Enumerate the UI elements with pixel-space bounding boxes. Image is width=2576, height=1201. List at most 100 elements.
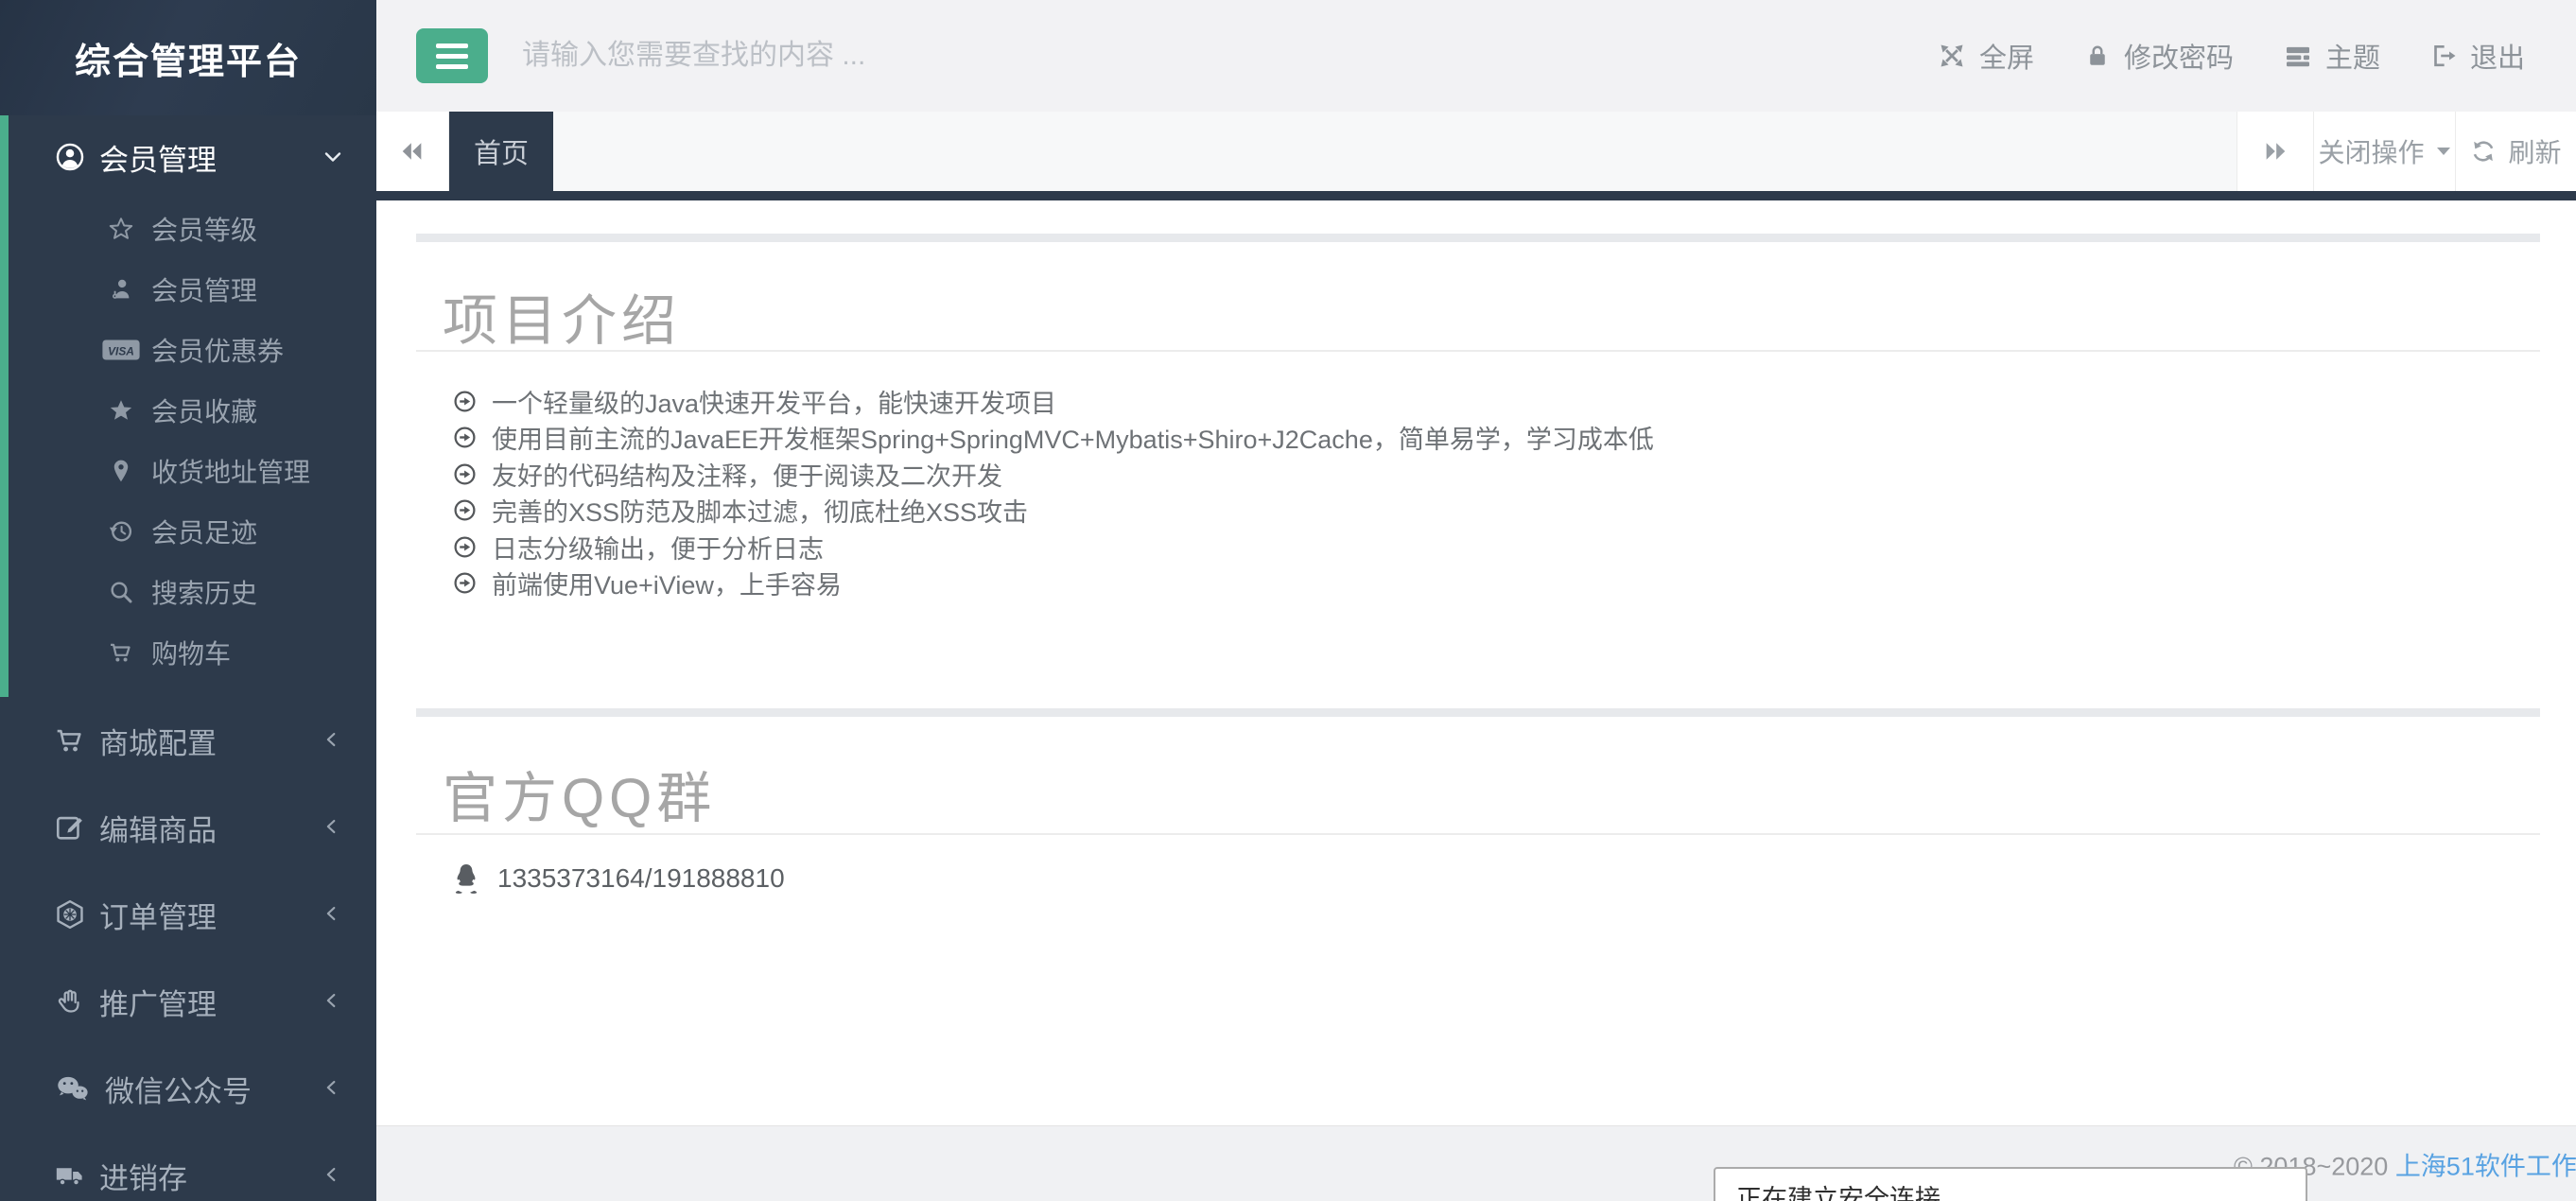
list-item-text: 前端使用Vue+iView，上手容易 (492, 571, 842, 600)
sidebar-item-label: 会员足迹 (151, 518, 258, 548)
list-item-text: 一个轻量级的Java快速开发平台，能快速开发项目 (492, 389, 1057, 418)
sidebar-item-member-manage[interactable]: 会员管理 (0, 259, 376, 320)
chevron-left-icon (322, 1077, 344, 1100)
double-chevron-right-icon (2262, 138, 2289, 165)
truck-icon (54, 1159, 86, 1192)
app-root: 综合管理平台 会员管理 会员等级 会员管理 VISA 会员优惠券 会员收藏 收货… (0, 0, 2576, 1201)
caret-down-icon (2436, 146, 2451, 157)
sidebar: 综合管理平台 会员管理 会员等级 会员管理 VISA 会员优惠券 会员收藏 收货… (0, 0, 376, 1201)
arrow-circle-right-icon (452, 425, 478, 450)
status-text: 正在建立安全连接... (1736, 1185, 1962, 1201)
sidebar-item-label: 订单管理 (99, 900, 217, 934)
arrow-circle-right-icon (452, 570, 478, 596)
list-item: 日志分级输出，便于分析日志 (452, 529, 1654, 566)
fullscreen-icon (1937, 41, 1967, 71)
chevron-left-icon (322, 816, 344, 839)
list-item-text: 友好的代码结构及注释，便于阅读及二次开发 (492, 461, 1002, 491)
studio-link[interactable]: 上海51软件工作室 (2395, 1152, 2576, 1180)
chevron-left-icon (322, 729, 344, 752)
edit-icon (54, 811, 86, 844)
refresh-tab-button[interactable]: 刷新 (2455, 112, 2576, 191)
star-solid-icon (100, 397, 142, 424)
sidebar-menu: 会员管理 会员等级 会员管理 VISA 会员优惠券 会员收藏 收货地址管理 会员… (0, 115, 376, 1201)
sidebar-item-inventory[interactable]: 进销存 (0, 1132, 376, 1201)
change-password-label: 修改密码 (2123, 44, 2234, 74)
topbar-actions: 全屏 修改密码 主题 退出 (1937, 36, 2525, 76)
sign-out-icon (2429, 42, 2458, 70)
tabs-scroll-right-button[interactable] (2237, 112, 2313, 191)
refresh-label: 刷新 (2508, 138, 2562, 167)
qq-penguin-icon (452, 862, 480, 895)
sidebar-item-member-level[interactable]: 会员等级 (0, 199, 376, 259)
double-chevron-left-icon (399, 138, 426, 165)
section-divider (416, 350, 2540, 352)
user-circle-icon (54, 141, 86, 173)
hamburger-menu-button[interactable] (416, 28, 488, 83)
change-password-button[interactable]: 修改密码 (2083, 36, 2234, 76)
sidebar-item-label: 商城配置 (99, 726, 217, 760)
sidebar-item-shipping-address[interactable]: 收货地址管理 (0, 441, 376, 501)
member-submenu: 会员等级 会员管理 VISA 会员优惠券 会员收藏 收货地址管理 会员足迹 搜索… (0, 199, 376, 697)
tabbar-bottom-strip (376, 191, 2576, 200)
sidebar-item-search-history[interactable]: 搜索历史 (0, 562, 376, 622)
qq-group-number: 1335373164/191888810 (497, 863, 785, 893)
topbar: 全屏 修改密码 主题 退出 (376, 0, 2576, 112)
sidebar-item-label: 编辑商品 (99, 813, 217, 847)
tabs-scroll-left-button[interactable] (376, 112, 449, 191)
lock-icon (2083, 42, 2112, 70)
sidebar-item-label: 收货地址管理 (151, 458, 311, 487)
wechat-icon (54, 1072, 92, 1105)
sidebar-item-promotion-management[interactable]: 推广管理 (0, 958, 376, 1045)
theme-label: 主题 (2324, 44, 2380, 74)
tabbar-actions: 关闭操作 刷新 (2237, 112, 2576, 191)
sidebar-item-wechat-official[interactable]: 微信公众号 (0, 1045, 376, 1132)
list-item: 使用目前主流的JavaEE开发框架Spring+SpringMVC+Mybati… (452, 420, 1654, 457)
sidebar-item-member-coupon[interactable]: VISA 会员优惠券 (0, 320, 376, 380)
hexagon-order-icon (54, 898, 86, 931)
sidebar-item-label: 进销存 (99, 1161, 187, 1195)
sidebar-item-shopping-cart[interactable]: 购物车 (0, 622, 376, 683)
sidebar-item-edit-goods[interactable]: 编辑商品 (0, 784, 376, 871)
search-icon (100, 579, 142, 605)
sidebar-item-label: 推广管理 (99, 987, 217, 1021)
theme-button[interactable]: 主题 (2283, 36, 2380, 76)
sidebar-item-member-favorites[interactable]: 会员收藏 (0, 380, 376, 441)
hand-paper-icon (54, 985, 86, 1018)
star-outline-icon (100, 216, 142, 242)
history-icon (100, 518, 142, 545)
sidebar-item-member-management[interactable]: 会员管理 (0, 115, 376, 199)
sidebar-item-label: 微信公众号 (105, 1074, 252, 1108)
sidebar-item-label: 会员管理 (151, 276, 258, 305)
sidebar-item-member-footprint[interactable]: 会员足迹 (0, 501, 376, 562)
app-title: 综合管理平台 (0, 0, 376, 115)
close-operations-label: 关闭操作 (2318, 138, 2425, 167)
section-divider (416, 833, 2540, 835)
sidebar-item-label: 会员优惠券 (151, 337, 285, 366)
tabbar: 首页 关闭操作 刷新 (376, 112, 2576, 191)
sidebar-item-label: 会员管理 (99, 143, 217, 177)
tab-home[interactable]: 首页 (449, 112, 553, 191)
fullscreen-label: 全屏 (1978, 44, 2034, 74)
user-md-icon (100, 276, 142, 303)
list-item-text: 完善的XSS防范及脚本过滤，彻底杜绝XSS攻击 (492, 498, 1029, 528)
cart-icon (100, 639, 142, 666)
list-item: 友好的代码结构及注释，便于阅读及二次开发 (452, 456, 1654, 493)
sidebar-item-order-management[interactable]: 订单管理 (0, 871, 376, 958)
theme-list-icon (2283, 41, 2313, 71)
section-separator (416, 708, 2540, 717)
svg-text:VISA: VISA (108, 345, 134, 358)
sidebar-item-label: 搜索历史 (151, 579, 258, 608)
browser-status-tooltip: 正在建立安全连接... (1714, 1167, 2307, 1201)
sidebar-item-mall-config[interactable]: 商城配置 (0, 697, 376, 784)
logout-button[interactable]: 退出 (2429, 36, 2525, 76)
search-input[interactable] (522, 40, 1241, 72)
fullscreen-button[interactable]: 全屏 (1937, 36, 2034, 76)
list-item: 一个轻量级的Java快速开发平台，能快速开发项目 (452, 383, 1654, 420)
map-marker-icon (100, 458, 142, 484)
list-item: 前端使用Vue+iView，上手容易 (452, 566, 1654, 602)
sidebar-item-label: 会员收藏 (151, 397, 258, 426)
arrow-circle-right-icon (452, 534, 478, 560)
arrow-circle-right-icon (452, 389, 478, 414)
list-item-text: 日志分级输出，便于分析日志 (492, 534, 824, 564)
close-operations-dropdown[interactable]: 关闭操作 (2313, 112, 2455, 191)
